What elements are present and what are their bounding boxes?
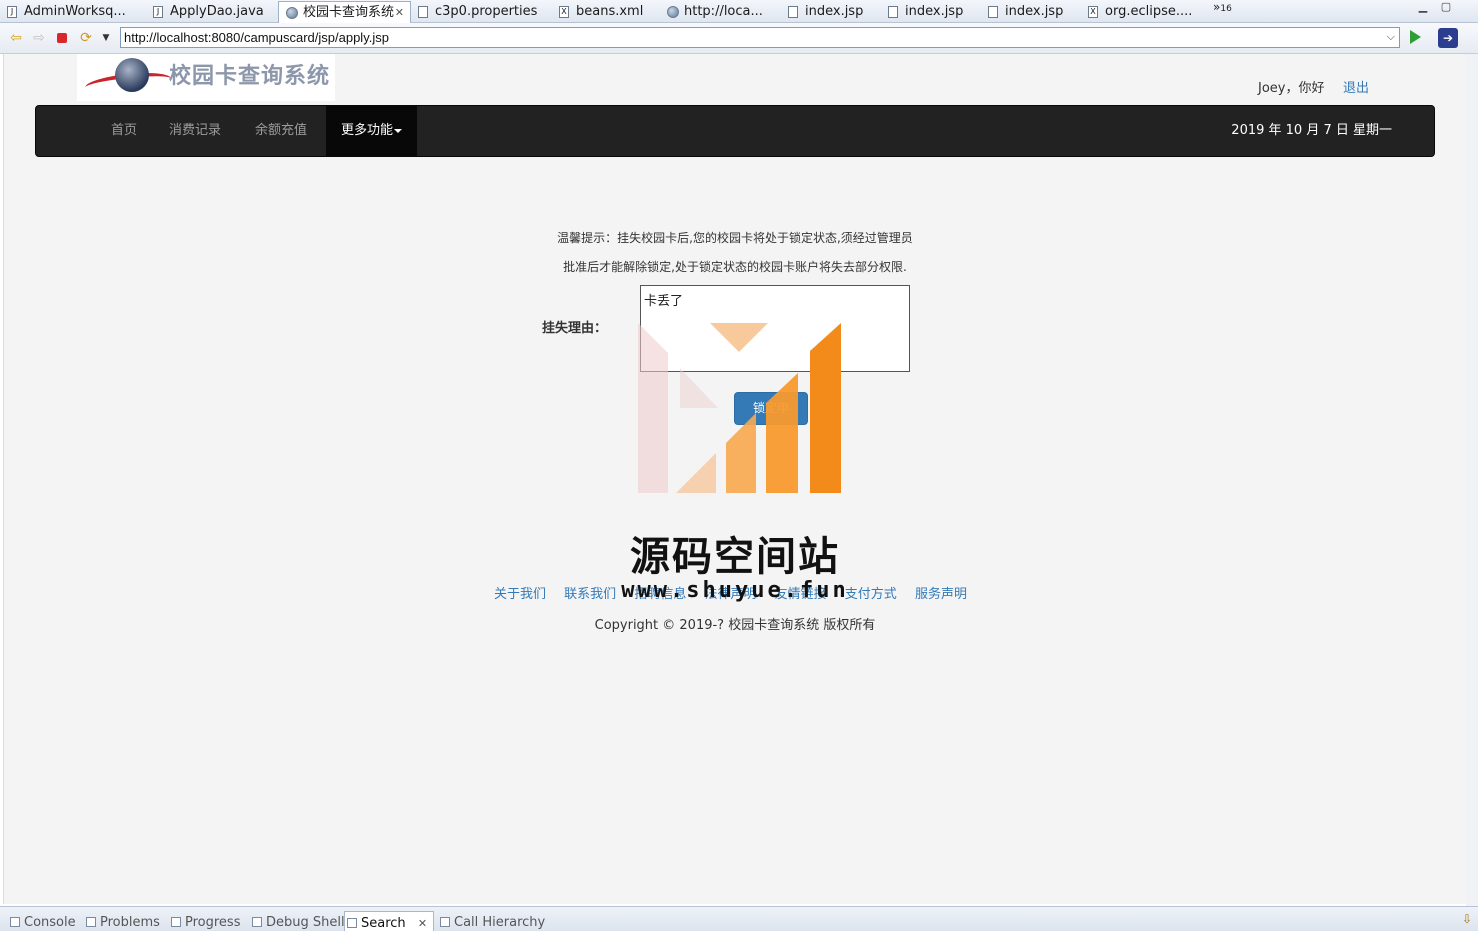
nav-home[interactable]: 首页 [111, 106, 137, 156]
back-arrow-icon[interactable]: ⇦ [8, 30, 24, 46]
view-tab-label: Search [361, 916, 406, 931]
right-scroll-strip [1466, 54, 1478, 906]
go-icon[interactable] [1410, 30, 1421, 44]
bottom-views-bar: Console Problems Progress Debug Shell Se… [0, 906, 1478, 931]
browser-viewport: 校园卡查询系统 Joey，你好 退出 首页 消费记录 余额充值 更多功能 201… [3, 54, 1467, 904]
forward-arrow-icon[interactable]: ⇨ [31, 30, 47, 46]
view-tab-label: Console [24, 915, 76, 930]
tab-label: org.eclipse.... [1105, 4, 1193, 19]
chevron-down-icon[interactable]: ⌵ [1387, 30, 1395, 44]
site-logo[interactable]: 校园卡查询系统 [77, 54, 335, 101]
nav-balance-recharge[interactable]: 余额充值 [255, 106, 307, 156]
copyright-text: Copyright © 2019-? 校园卡查询系统 版权所有 [594, 618, 876, 633]
notice-line-1: 温馨提示：挂失校园卡后,您的校园卡将处于锁定状态,须经过管理员 [557, 231, 913, 245]
globe-icon [115, 58, 149, 92]
editor-tab[interactable]: c3p0.properties [411, 1, 551, 22]
maximize-icon[interactable]: ▢ [1440, 1, 1452, 12]
logout-link[interactable]: 退出 [1343, 77, 1369, 96]
tab-label: index.jsp [805, 4, 864, 19]
chevron-down-icon[interactable]: ▼ [98, 30, 114, 46]
tab-label: http://loca... [684, 4, 763, 19]
view-tab-problems[interactable]: Problems [84, 915, 160, 931]
address-bar[interactable]: http://localhost:8080/campuscard/jsp/app… [120, 27, 1400, 48]
editor-tab[interactable]: index.jsp [781, 1, 879, 22]
java-file-icon: J [7, 6, 17, 18]
submit-lock-button[interactable]: 锁定申 [734, 392, 808, 425]
notice-line-2: 批准后才能解除锁定,处于锁定状态的校园卡账户将失去部分权限. [563, 260, 907, 274]
java-file-icon: J [153, 6, 163, 18]
jsp-file-icon [888, 6, 898, 18]
reason-textarea[interactable]: 卡丢了 [640, 285, 910, 372]
jsp-file-icon [988, 6, 998, 18]
view-tab-progress[interactable]: Progress [169, 915, 240, 931]
tab-label: AdminWorksq... [24, 4, 126, 19]
user-greeting: Joey，你好 [1258, 81, 1325, 96]
tab-overflow-button[interactable]: »16 [1213, 0, 1232, 14]
debug-shell-icon [252, 917, 262, 927]
globe-icon [286, 7, 298, 19]
view-tab-label: Problems [100, 915, 160, 930]
refresh-icon[interactable]: ⟳ [78, 30, 94, 46]
view-tab-search[interactable]: Search ✕ [344, 911, 435, 931]
download-arrow-icon[interactable]: ⇩ [1462, 912, 1472, 926]
xml-file-icon: X [1088, 6, 1098, 18]
watermark-title: 源码空间站 [630, 534, 840, 580]
site-navbar: 首页 消费记录 余额充值 更多功能 2019 年 10 月 7 日 星期一 [35, 105, 1435, 157]
editor-tab[interactable]: J ApplyDao.java [146, 1, 278, 22]
view-tab-label: Debug Shell [266, 915, 345, 930]
search-icon [347, 918, 357, 928]
editor-tab-active[interactable]: 校园卡查询系统 ✕ [278, 1, 411, 23]
editor-tab-bar: J AdminWorksq... J ApplyDao.java 校园卡查询系统… [0, 0, 1478, 23]
caret-down-icon [394, 128, 403, 133]
call-hierarchy-icon [440, 917, 450, 927]
close-icon[interactable]: ✕ [395, 2, 404, 23]
tab-label: c3p0.properties [435, 4, 538, 19]
xml-file-icon: X [559, 6, 569, 18]
browser-toolbar: ⇦ ⇨ ⟳ ▼ http://localhost:8080/campuscard… [0, 23, 1478, 54]
tab-label: beans.xml [576, 4, 644, 19]
url-text[interactable]: http://localhost:8080/campuscard/jsp/app… [124, 30, 389, 45]
view-tab-debug-shell[interactable]: Debug Shell [250, 915, 345, 931]
editor-tab[interactable]: X org.eclipse.... [1081, 1, 1205, 22]
tab-label: ApplyDao.java [170, 4, 264, 19]
external-browser-icon[interactable]: ➔ [1438, 28, 1458, 48]
reason-label: 挂失理由： [542, 321, 608, 336]
properties-file-icon [418, 6, 428, 18]
tab-label: index.jsp [905, 4, 964, 19]
problems-icon [86, 917, 96, 927]
tab-label: index.jsp [1005, 4, 1064, 19]
progress-icon [171, 917, 181, 927]
view-tab-console[interactable]: Console [8, 915, 76, 931]
current-date: 2019 年 10 月 7 日 星期一 [1231, 123, 1392, 138]
logo-text: 校园卡查询系统 [169, 64, 331, 89]
nav-more-features-label: 更多功能 [341, 123, 394, 138]
globe-icon [667, 6, 679, 18]
nav-consumption-records[interactable]: 消费记录 [169, 106, 221, 156]
watermark-url: www.shuyue.fun [621, 578, 849, 603]
view-tab-label: Call Hierarchy [454, 915, 546, 930]
nav-more-features-dropdown[interactable]: 更多功能 [326, 106, 418, 156]
close-icon[interactable]: ✕ [418, 917, 427, 930]
stop-icon[interactable] [54, 30, 70, 46]
editor-tab[interactable]: X beans.xml [552, 1, 658, 22]
editor-tab[interactable]: http://loca... [660, 1, 780, 22]
tab-label: 校园卡查询系统 [303, 5, 395, 20]
console-icon [10, 917, 20, 927]
minimize-icon[interactable]: ▁ [1417, 1, 1429, 12]
jsp-file-icon [788, 6, 798, 18]
tab-overflow-count: 16 [1220, 4, 1232, 14]
view-tab-label: Progress [185, 915, 241, 930]
view-tab-call-hierarchy[interactable]: Call Hierarchy [438, 915, 545, 931]
editor-tab[interactable]: index.jsp [981, 1, 1079, 22]
editor-tab[interactable]: J AdminWorksq... [0, 1, 148, 22]
editor-tab[interactable]: index.jsp [881, 1, 979, 22]
